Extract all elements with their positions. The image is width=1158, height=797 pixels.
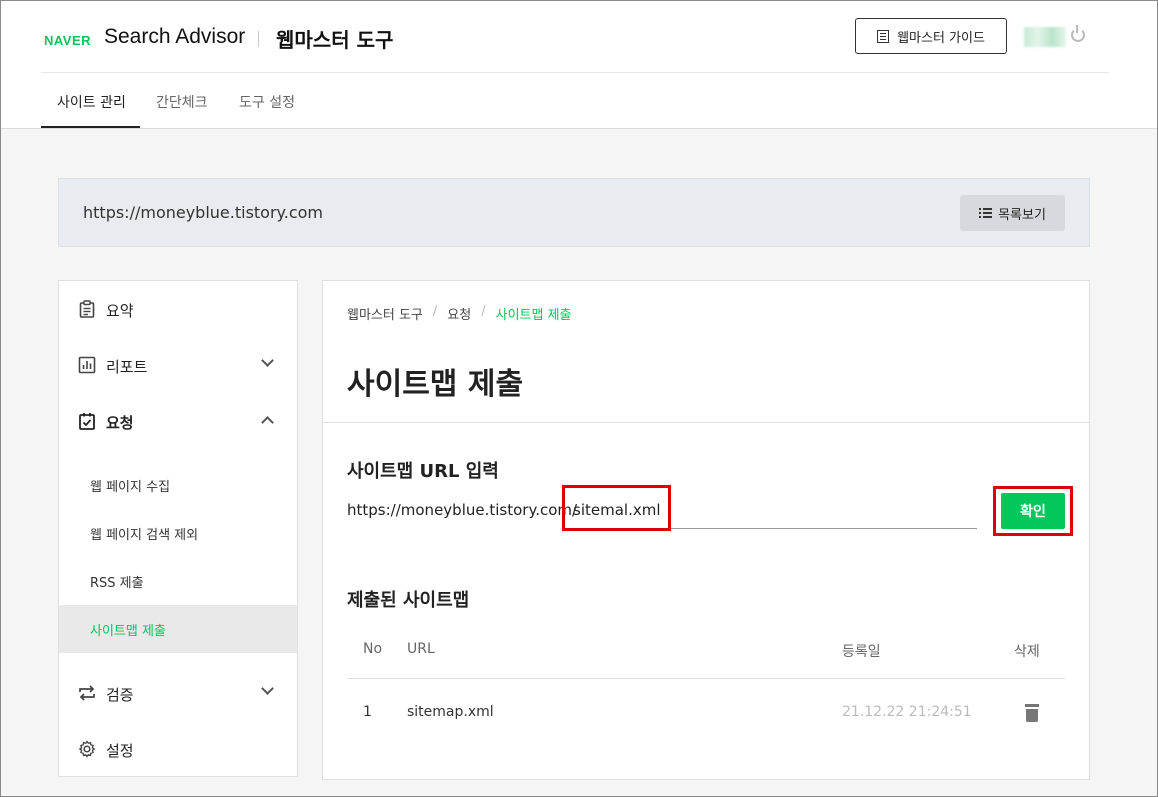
sitemap-url-field: [565, 489, 977, 529]
sitemap-url-prefix: https://moneyblue.tistory.com/: [347, 501, 578, 519]
breadcrumb-separator: /: [432, 304, 438, 319]
document-icon: [877, 29, 890, 43]
sidebar-subitem-sitemap-submit[interactable]: 사이트맵 제출: [59, 605, 297, 653]
url-input-section-title: 사이트맵 URL 입력: [347, 461, 499, 482]
logo-divider: [258, 31, 259, 47]
logout-power-icon[interactable]: [1071, 25, 1085, 42]
subitem-label: RSS 제출: [90, 576, 144, 591]
column-header-delete: 삭제: [1014, 644, 1040, 660]
subitem-label: 웹 페이지 수집: [90, 480, 171, 495]
list-icon: [979, 208, 993, 218]
tab-site-management[interactable]: 사이트 관리: [57, 92, 126, 112]
section-divider: [323, 422, 1089, 423]
tab-quick-check[interactable]: 간단체크: [156, 92, 208, 112]
naver-logo[interactable]: NAVER: [44, 33, 91, 48]
sidebar-item-label: 설정: [106, 742, 134, 760]
active-tab-indicator: [41, 126, 140, 128]
subitem-label: 웹 페이지 검색 제외: [90, 528, 199, 543]
site-bar: https://moneyblue.tistory.com 목록보기: [58, 178, 1090, 247]
chevron-down-icon: [261, 354, 274, 367]
tab-tool-settings[interactable]: 도구 설정: [239, 92, 295, 112]
sidebar-item-label: 리포트: [106, 358, 148, 376]
sidebar-item-verify[interactable]: 검증: [59, 673, 297, 713]
chevron-down-icon: [261, 682, 274, 695]
page-title: 사이트맵 제출: [347, 367, 524, 402]
column-header-url: URL: [407, 641, 435, 657]
breadcrumb: 웹마스터 도구 / 요청 / 사이트맵 제출: [347, 304, 572, 323]
clipboard-icon: [79, 300, 95, 318]
gear-icon: [78, 740, 96, 758]
row-url: sitemap.xml: [407, 704, 494, 720]
sidebar-subitem-webpage-exclude[interactable]: 웹 페이지 검색 제외: [59, 509, 297, 557]
top-header: NAVER Search Advisor 웹마스터 도구 웹마스터 가이드 사이…: [1, 1, 1157, 129]
column-header-date: 등록일: [842, 644, 881, 660]
section-title[interactable]: 웹마스터 도구: [276, 24, 393, 53]
sidebar-item-label: 요청: [106, 414, 134, 432]
list-button-label: 목록보기: [998, 207, 1046, 223]
sidebar-subitem-webpage-collect[interactable]: 웹 페이지 수집: [59, 461, 297, 509]
column-header-no: No: [363, 641, 383, 657]
sidebar-subitem-rss-submit[interactable]: RSS 제출: [59, 557, 297, 605]
sidebar-item-summary[interactable]: 요약: [59, 289, 297, 329]
sidebar-item-settings[interactable]: 설정: [59, 729, 297, 769]
submitted-sitemaps-title: 제출된 사이트맵: [347, 590, 470, 611]
user-id-blurred[interactable]: [1024, 27, 1066, 47]
chevron-up-icon: [261, 416, 274, 429]
breadcrumb-separator: /: [481, 304, 486, 319]
guide-button-label: 웹마스터 가이드: [897, 30, 985, 46]
sidebar-item-label: 요약: [106, 302, 134, 320]
header-divider: [41, 72, 1109, 73]
checklist-icon: [79, 413, 95, 430]
row-date: 21.12.22 21:24:51: [842, 704, 972, 720]
trash-icon[interactable]: [1025, 704, 1039, 722]
row-number: 1: [363, 704, 372, 720]
sidebar-item-label: 검증: [106, 686, 134, 704]
subitem-label: 사이트맵 제출: [90, 624, 166, 639]
sidebar-item-request[interactable]: 요청: [59, 401, 297, 441]
table-header-divider: [347, 678, 1065, 679]
confirm-button[interactable]: 확인: [1001, 493, 1065, 529]
sidebar: 요약 리포트 요청 웹 페이지 수집 웹 페이지 검색 제외 RSS 제출 사이…: [58, 280, 298, 777]
breadcrumb-item[interactable]: 요청: [447, 304, 471, 323]
breadcrumb-current: 사이트맵 제출: [495, 308, 572, 323]
chart-icon: [78, 356, 96, 374]
list-view-button[interactable]: 목록보기: [960, 195, 1065, 231]
repeat-icon: [79, 685, 95, 701]
webmaster-guide-button[interactable]: 웹마스터 가이드: [855, 18, 1007, 54]
sitemap-url-input[interactable]: [573, 501, 953, 519]
breadcrumb-item[interactable]: 웹마스터 도구: [347, 304, 423, 323]
app-name[interactable]: Search Advisor: [104, 25, 245, 49]
main-panel: 웹마스터 도구 / 요청 / 사이트맵 제출 사이트맵 제출 사이트맵 URL …: [322, 280, 1090, 780]
site-url: https://moneyblue.tistory.com: [83, 203, 323, 222]
sidebar-item-report[interactable]: 리포트: [59, 345, 297, 385]
